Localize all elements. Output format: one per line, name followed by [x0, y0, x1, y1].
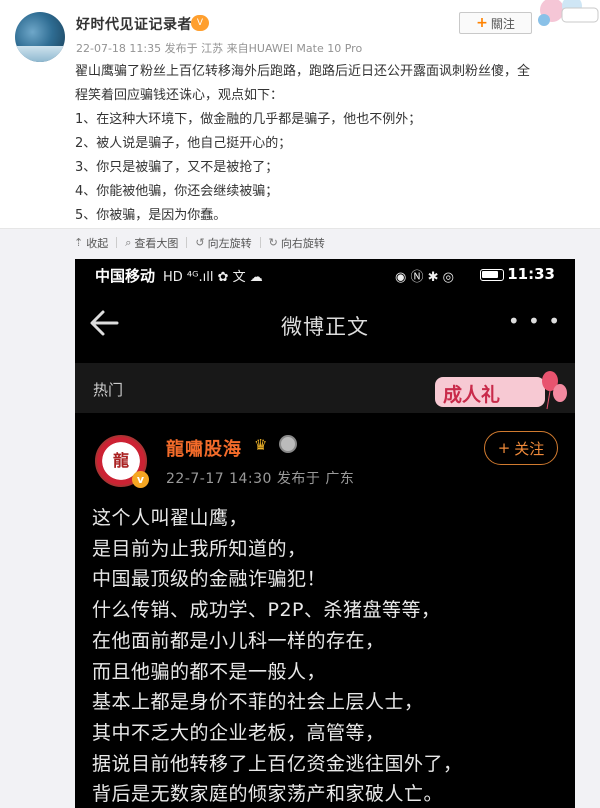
phone-post-meta: 22-7-17 14:30 发布于 广东	[166, 471, 355, 487]
post-line: 程笑着回应骗钱还诛心，观点如下：	[75, 88, 284, 103]
rotate-left-icon: ↺	[195, 236, 205, 249]
author-name[interactable]: 龍嘯股海	[166, 435, 242, 461]
post-content: 翟山鹰骗了粉丝上百亿转移海外后跑路，跑路后近日还公开露面讽刺粉丝傻，全 程笑着回…	[75, 60, 585, 228]
status-bar: 中国移动 HD ⁴ᴳ.ıll ✿ 文 ☁ ◉ Ⓝ ✱ ◎ 11:33	[75, 259, 575, 291]
divider	[186, 237, 188, 248]
carrier-label: 中国移动	[95, 267, 156, 285]
hot-banner: 热门 成人礼	[75, 363, 575, 413]
body-line: 基本上都是身价不菲的社会上层人士，	[92, 691, 424, 714]
body-line: 其中不乏大的企业老板，高管等，	[92, 721, 385, 744]
author-seal: 龍	[112, 451, 129, 470]
more-icon[interactable]: • • •	[508, 309, 561, 333]
arrow-up-icon: ⇡	[74, 236, 84, 249]
crown-icon: ♛	[254, 436, 268, 454]
ceremony-text: 成人礼	[443, 383, 500, 406]
decoration-sticker-icon	[538, 0, 599, 26]
image-toolbar: ⇡ 收起 ⌕ 查看大图 ↺ 向左旋转 ↻ 向右旋转	[0, 228, 600, 256]
battery-icon	[480, 269, 504, 281]
rotate-left-label: 向左旋转	[207, 236, 252, 250]
post-line: 5、你被骗，是因为你蠢。	[75, 208, 227, 223]
collapse-label: 收起	[86, 236, 109, 250]
plus-icon: +	[497, 439, 511, 457]
post-line: 翟山鹰骗了粉丝上百亿转移海外后跑路，跑路后近日还公开露面讽刺粉丝傻，全	[75, 64, 531, 79]
verified-icon: v	[132, 471, 149, 488]
page-title: 微博正文	[281, 315, 369, 339]
post-line: 2、被人说是骗子，他自己挺开心的；	[75, 136, 292, 151]
post-line: 4、你能被他骗，你还会继续被骗；	[75, 184, 279, 199]
body-line: 而且他骗的都不是一般人，	[92, 660, 327, 683]
body-line: 中国最顶级的金融诈骗犯！	[92, 568, 327, 591]
username[interactable]: 好时代见证记录者	[76, 14, 192, 34]
signal-icon: HD ⁴ᴳ.ıll ✿ 文 ☁	[163, 270, 263, 285]
rotate-right-icon: ↻	[268, 236, 278, 249]
body-line: 据说目前他转移了上百亿资金逃往国外了，	[92, 752, 463, 775]
post-line: 3、你只是被骗了，又不是被抢了；	[75, 160, 279, 175]
clock: 11:33	[507, 265, 555, 283]
hot-label: 热门	[93, 381, 124, 399]
body-line: 这个人叫翟山鹰，	[92, 507, 249, 529]
body-line: 在他面前都是小儿科一样的存在，	[92, 629, 385, 652]
status-right-icon: ◉ Ⓝ ✱ ◎	[395, 270, 454, 285]
rotate-left-button[interactable]: ↺ 向左旋转	[195, 235, 251, 251]
view-large-button[interactable]: ⌕ 查看大图	[125, 235, 178, 251]
follow-button-phone[interactable]: + 关注	[484, 431, 558, 465]
phone-post-body: 这个人叫翟山鹰， 是目前为止我所知道的， 中国最顶级的金融诈骗犯！ 什么传销、成…	[92, 503, 562, 808]
plus-icon: +	[476, 15, 488, 31]
divider	[259, 237, 261, 248]
weibo-post: 好时代见证记录者 V 22-07-18 11:35 发布于 江苏 来自HUAWE…	[0, 0, 600, 228]
follow-label-phone: 关注	[514, 439, 545, 458]
divider	[116, 237, 118, 248]
body-line: 是目前为止我所知道的，	[92, 537, 307, 560]
nav-bar: 微博正文 • • •	[75, 299, 575, 347]
zoom-icon: ⌕	[125, 235, 132, 249]
rotate-right-button[interactable]: ↻ 向右旋转	[269, 235, 325, 251]
collapse-button[interactable]: ⇡ 收起	[74, 235, 108, 251]
vip-badge-icon: V	[191, 15, 209, 31]
embedded-screenshot[interactable]: 中国移动 HD ⁴ᴳ.ıll ✿ 文 ☁ ◉ Ⓝ ✱ ◎ 11:33 微博正文 …	[75, 259, 575, 808]
view-large-label: 查看大图	[134, 236, 179, 250]
body-line: 什么传销、成功学、P2P、杀猪盘等等，	[92, 599, 441, 622]
body-line: 背后是无数家庭的倾家荡产和家破人亡。	[92, 783, 444, 806]
medal-icon	[279, 435, 297, 453]
follow-button[interactable]: + 關注	[459, 12, 532, 34]
rotate-right-label: 向右旋转	[280, 236, 325, 250]
balloon-banner-icon: 成人礼	[435, 371, 567, 410]
follow-label: 關注	[490, 16, 515, 31]
user-avatar[interactable]	[15, 12, 65, 62]
post-line: 1、在这种大环境下，做金融的几乎都是骗子，他也不例外；	[75, 112, 422, 127]
post-meta: 22-07-18 11:35 发布于 江苏 来自HUAWEI Mate 10 P…	[76, 42, 363, 55]
